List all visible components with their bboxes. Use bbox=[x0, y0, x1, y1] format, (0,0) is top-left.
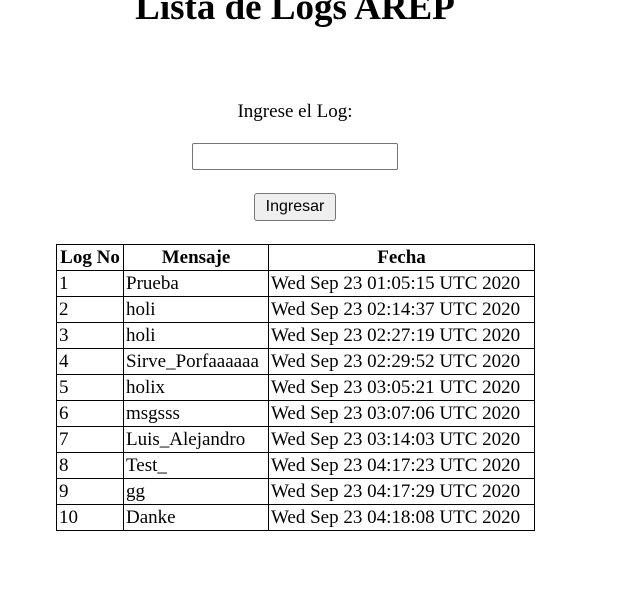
log-date-cell: Wed Sep 23 02:27:19 UTC 2020 bbox=[268, 322, 535, 349]
log-message-cell: holi bbox=[123, 322, 269, 349]
table-row: 10 Danke Wed Sep 23 04:18:08 UTC 2020 bbox=[56, 504, 535, 531]
log-message-cell: Danke bbox=[123, 504, 269, 531]
log-message-cell: Sirve_Porfaaaaaa bbox=[123, 348, 269, 375]
table-row: 5 holix Wed Sep 23 03:05:21 UTC 2020 bbox=[56, 374, 535, 401]
log-number-cell: 6 bbox=[56, 400, 124, 427]
log-input[interactable] bbox=[192, 143, 398, 170]
logs-table: Log No Mensaje Fecha 1 Prueba Wed Sep 23… bbox=[56, 244, 535, 531]
log-number-cell: 10 bbox=[56, 504, 124, 531]
log-number-cell: 5 bbox=[56, 374, 124, 401]
log-message-cell: Luis_Alejandro bbox=[123, 426, 269, 453]
log-message-cell: gg bbox=[123, 478, 269, 505]
table-row: 8 Test_ Wed Sep 23 04:17:23 UTC 2020 bbox=[56, 452, 535, 479]
table-row: 9 gg Wed Sep 23 04:17:29 UTC 2020 bbox=[56, 478, 535, 505]
table-row: 4 Sirve_Porfaaaaaa Wed Sep 23 02:29:52 U… bbox=[56, 348, 535, 375]
submit-log-button[interactable]: Ingresar bbox=[254, 193, 336, 221]
log-date-cell: Wed Sep 23 03:14:03 UTC 2020 bbox=[268, 426, 535, 453]
log-date-cell: Wed Sep 23 02:29:52 UTC 2020 bbox=[268, 348, 535, 375]
log-date-cell: Wed Sep 23 03:05:21 UTC 2020 bbox=[268, 374, 535, 401]
log-message-cell: holi bbox=[123, 296, 269, 323]
log-number-cell: 7 bbox=[56, 426, 124, 453]
log-message-cell: Prueba bbox=[123, 270, 269, 297]
log-date-cell: Wed Sep 23 01:05:15 UTC 2020 bbox=[268, 270, 535, 297]
log-message-cell: holix bbox=[123, 374, 269, 401]
log-number-cell: 4 bbox=[56, 348, 124, 375]
page-title: Lista de Logs AREP bbox=[135, 0, 455, 28]
log-date-cell: Wed Sep 23 04:17:29 UTC 2020 bbox=[268, 478, 535, 505]
table-row: 7 Luis_Alejandro Wed Sep 23 03:14:03 UTC… bbox=[56, 426, 535, 453]
column-header-message: Mensaje bbox=[123, 244, 269, 271]
column-header-date: Fecha bbox=[268, 244, 535, 271]
log-message-cell: Test_ bbox=[123, 452, 269, 479]
log-number-cell: 1 bbox=[56, 270, 124, 297]
table-row: 1 Prueba Wed Sep 23 01:05:15 UTC 2020 bbox=[56, 270, 535, 297]
table-header-row: Log No Mensaje Fecha bbox=[56, 244, 535, 271]
table-row: 3 holi Wed Sep 23 02:27:19 UTC 2020 bbox=[56, 322, 535, 349]
log-date-cell: Wed Sep 23 04:17:23 UTC 2020 bbox=[268, 452, 535, 479]
log-date-cell: Wed Sep 23 04:18:08 UTC 2020 bbox=[268, 504, 535, 531]
log-message-cell: msgsss bbox=[123, 400, 269, 427]
log-date-cell: Wed Sep 23 03:07:06 UTC 2020 bbox=[268, 400, 535, 427]
log-number-cell: 8 bbox=[56, 452, 124, 479]
log-number-cell: 2 bbox=[56, 296, 124, 323]
log-number-cell: 3 bbox=[56, 322, 124, 349]
log-input-label: Ingrese el Log: bbox=[237, 101, 353, 122]
column-header-log-no: Log No bbox=[56, 244, 124, 271]
table-row: 6 msgsss Wed Sep 23 03:07:06 UTC 2020 bbox=[56, 400, 535, 427]
table-row: 2 holi Wed Sep 23 02:14:37 UTC 2020 bbox=[56, 296, 535, 323]
log-date-cell: Wed Sep 23 02:14:37 UTC 2020 bbox=[268, 296, 535, 323]
log-number-cell: 9 bbox=[56, 478, 124, 505]
